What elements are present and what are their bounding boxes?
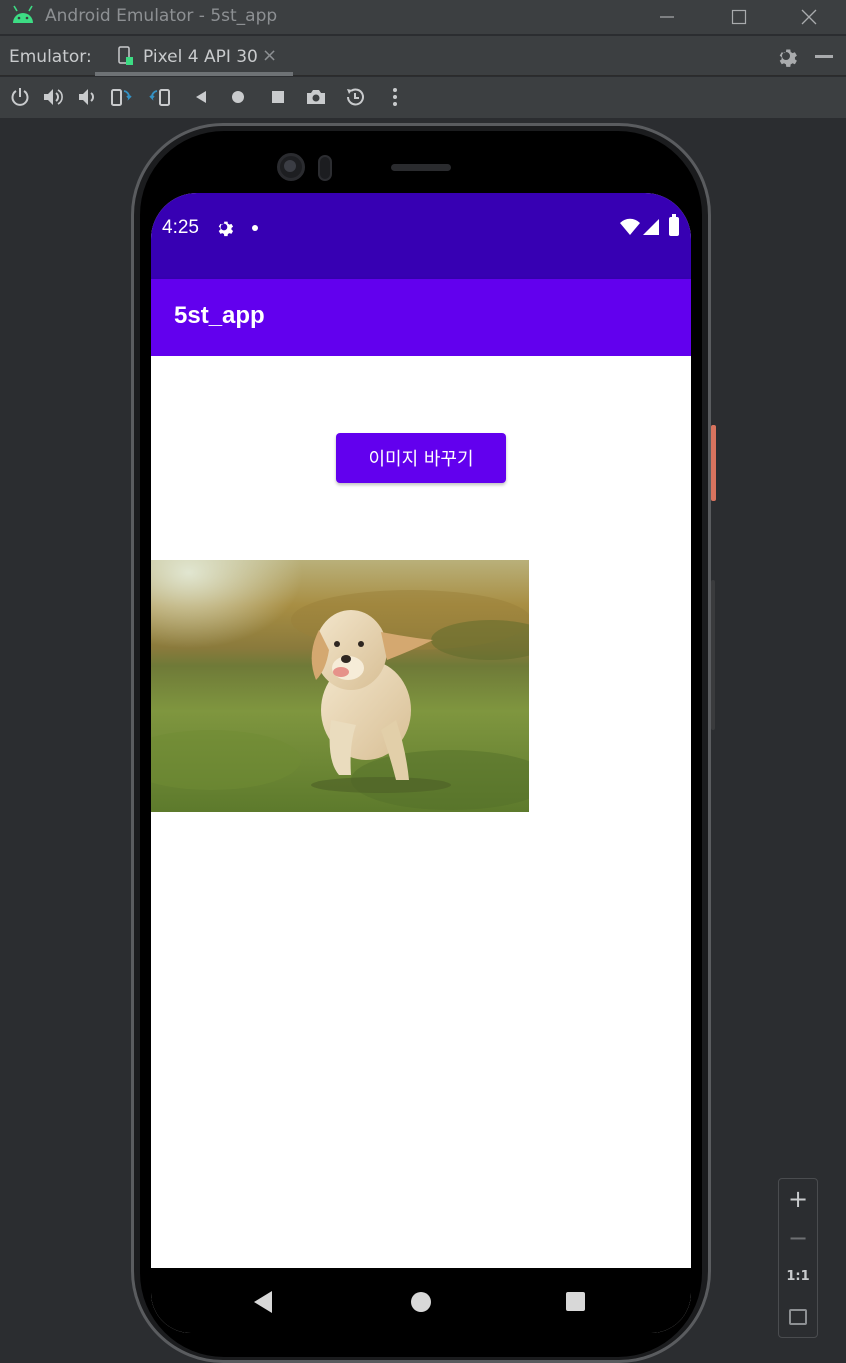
app-content: 이미지 바꾸기	[151, 356, 691, 1268]
snapshot-icon[interactable]	[344, 86, 366, 108]
nav-back-icon[interactable]	[254, 1291, 272, 1313]
close-window-button[interactable]	[774, 0, 844, 34]
proximity-sensor	[318, 155, 332, 181]
emulator-label: Emulator:	[9, 47, 92, 67]
volume-up-icon[interactable]	[42, 86, 64, 108]
overview-icon[interactable]	[267, 86, 289, 108]
screenshot-icon[interactable]	[305, 86, 327, 108]
status-bar: 4:25	[151, 193, 691, 279]
app-bar: 5st_app	[151, 279, 691, 356]
emulator-toolbar	[0, 77, 846, 118]
rotate-right-icon[interactable]	[149, 86, 171, 108]
more-icon[interactable]	[384, 86, 406, 108]
zoom-in-button[interactable]: +	[779, 1185, 817, 1213]
window-title: Android Emulator - 5st_app	[45, 6, 278, 26]
device-phone-icon	[118, 46, 133, 65]
status-time: 4:25	[162, 217, 199, 238]
nav-home-icon[interactable]	[411, 1292, 431, 1312]
maximize-icon	[731, 9, 747, 25]
zoom-out-button[interactable]: −	[779, 1224, 817, 1252]
earpiece-speaker	[391, 164, 451, 171]
wifi-icon	[620, 218, 640, 235]
volume-down-icon[interactable]	[76, 86, 98, 108]
notification-dot-icon	[252, 225, 258, 231]
zoom-controls: + − 1:1	[778, 1178, 818, 1338]
puppy-image	[151, 560, 529, 812]
device-volume-button[interactable]	[711, 580, 715, 730]
tab-pixel-4-api-30[interactable]: Pixel 4 API 30 ×	[95, 36, 293, 76]
device-screen[interactable]: 4:25 5st_app 이미지 바꾸기	[151, 193, 691, 1333]
home-icon[interactable]	[227, 86, 249, 108]
tab-label: Pixel 4 API 30	[143, 47, 258, 67]
change-image-button[interactable]: 이미지 바꾸기	[336, 433, 506, 483]
minimize-button[interactable]	[632, 0, 702, 34]
maximize-button[interactable]	[704, 0, 774, 34]
zoom-actual-size-button[interactable]: 1:1	[779, 1269, 817, 1284]
cell-signal-icon	[643, 219, 659, 235]
puppy-photo-illustration	[151, 560, 529, 812]
android-logo-icon	[13, 5, 33, 23]
power-icon[interactable]	[9, 86, 31, 108]
app-title: 5st_app	[174, 302, 265, 329]
hide-panel-icon[interactable]	[815, 55, 833, 58]
gear-icon[interactable]	[774, 44, 798, 68]
active-tab-indicator	[95, 72, 293, 76]
zoom-fit-icon[interactable]	[789, 1309, 807, 1325]
tab-close-icon[interactable]: ×	[262, 45, 277, 66]
window-title-bar: Android Emulator - 5st_app	[0, 0, 846, 34]
device-power-button[interactable]	[711, 425, 716, 501]
battery-icon	[669, 214, 679, 236]
system-nav-bar	[151, 1268, 691, 1333]
settings-notification-icon	[218, 221, 234, 237]
nav-recents-icon[interactable]	[566, 1292, 585, 1311]
minimize-icon	[660, 16, 674, 18]
close-icon	[801, 9, 817, 25]
camera-lens	[284, 160, 296, 172]
rotate-left-icon[interactable]	[110, 86, 132, 108]
back-icon[interactable]	[190, 86, 212, 108]
emulator-tab-bar: Emulator: Pixel 4 API 30 ×	[0, 36, 846, 76]
